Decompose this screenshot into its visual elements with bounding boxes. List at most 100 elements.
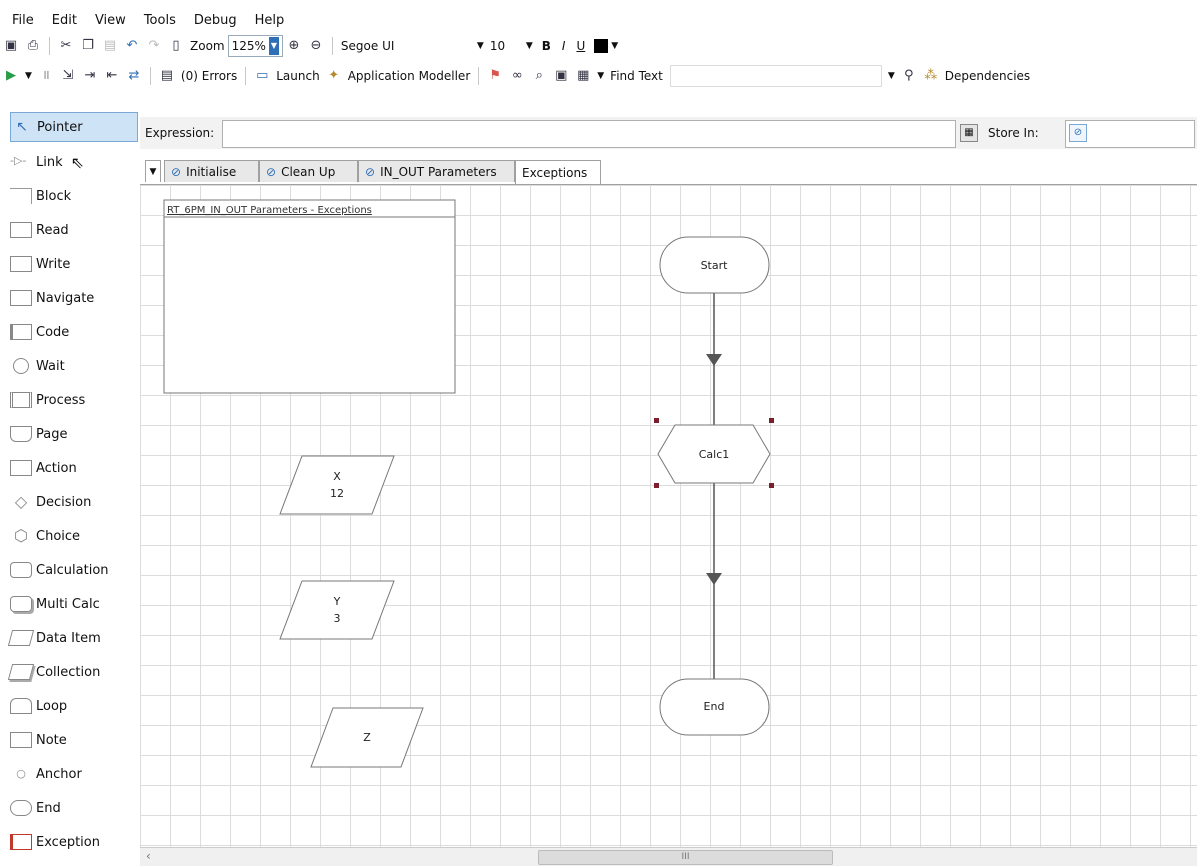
flag-icon[interactable]: ⚑	[487, 68, 503, 84]
underline-button[interactable]: U	[576, 39, 585, 53]
menu-edit[interactable]: Edit	[52, 13, 77, 28]
page-icon[interactable]: ▯	[168, 38, 184, 54]
step-icon[interactable]: ⇲	[60, 68, 76, 84]
tool-note[interactable]: Note	[10, 726, 136, 754]
save-icon[interactable]: ▣	[3, 38, 19, 54]
data-item-y[interactable]	[279, 580, 395, 640]
selection-handle[interactable]	[769, 418, 774, 423]
tool-loop[interactable]: Loop	[10, 692, 136, 720]
tool-navigate[interactable]: Navigate	[10, 284, 136, 312]
menu-tools[interactable]: Tools	[144, 13, 176, 28]
zoom-select[interactable]: 125% ▼	[227, 35, 283, 57]
scroll-left-arrow[interactable]: ‹	[146, 849, 151, 863]
zoom-in-icon[interactable]: ⊕	[286, 38, 302, 54]
italic-button[interactable]: I	[562, 39, 566, 53]
tool-page[interactable]: Page	[10, 420, 136, 448]
chevron-down-icon[interactable]: ▼	[611, 41, 618, 51]
run-icon[interactable]: ▶	[3, 68, 19, 84]
grid-icon[interactable]: ▦	[575, 68, 591, 84]
selection-handle[interactable]	[654, 483, 659, 488]
tool-link[interactable]: -▷- Link ⇖	[10, 148, 136, 176]
errors-button[interactable]: (0) Errors	[181, 69, 237, 83]
expression-input[interactable]	[222, 120, 956, 148]
application-modeller-button[interactable]: Application Modeller	[348, 69, 471, 83]
tool-calculation[interactable]: Calculation	[10, 556, 136, 584]
tool-block[interactable]: Block	[10, 182, 136, 210]
start-stage-label: Start	[701, 259, 729, 272]
find-text-input[interactable]	[669, 65, 882, 87]
font-name-select[interactable]: Segoe UI	[341, 39, 471, 53]
tab-clean-up[interactable]: ⊘ Clean Up	[259, 160, 358, 182]
tool-choice[interactable]: ⬡ Choice	[10, 522, 136, 550]
step-out-icon[interactable]: ⇤	[104, 68, 120, 84]
tool-action[interactable]: Action	[10, 454, 136, 482]
choice-icon: ⬡	[14, 526, 28, 545]
page-icon: ⊘	[171, 164, 182, 179]
tab-initialise[interactable]: ⊘ Initialise	[164, 160, 259, 182]
launch-button[interactable]: Launch	[276, 69, 319, 83]
cut-icon[interactable]: ✂	[58, 38, 74, 54]
selection-handle[interactable]	[769, 483, 774, 488]
chevron-down-icon[interactable]: ▼	[477, 41, 484, 51]
tool-exception[interactable]: Exception	[10, 828, 136, 856]
zoom-out-icon[interactable]: ⊖	[308, 38, 324, 54]
tool-data-item[interactable]: Data Item	[7, 624, 136, 652]
tool-write[interactable]: Write	[10, 250, 136, 278]
expression-editor-icon[interactable]: ▦	[960, 124, 978, 142]
store-in-icon[interactable]: ⊘	[1069, 124, 1087, 142]
binoculars-icon[interactable]: ⚲	[901, 68, 917, 84]
step-over-icon[interactable]: ⇥	[82, 68, 98, 84]
errors-icon[interactable]: ▤	[159, 68, 175, 84]
tab-exceptions[interactable]: Exceptions	[515, 160, 601, 184]
tool-wait[interactable]: Wait	[10, 352, 136, 380]
print-icon[interactable]: ⎙	[25, 38, 41, 54]
chevron-down-icon[interactable]: ▼	[268, 37, 279, 55]
chevron-down-icon[interactable]: ▼	[526, 41, 533, 51]
bold-button[interactable]: B	[542, 39, 551, 53]
menu-help[interactable]: Help	[255, 13, 285, 28]
app-modeller-icon[interactable]: ✦	[326, 68, 342, 84]
paste-icon[interactable]: ▤	[102, 38, 118, 54]
tool-end[interactable]: End	[10, 794, 136, 822]
refresh-icon[interactable]: ⇄	[126, 68, 142, 84]
menu-debug[interactable]: Debug	[194, 13, 237, 28]
tool-code[interactable]: Code	[10, 318, 136, 346]
dependencies-icon[interactable]: ⁂	[923, 68, 939, 84]
font-size-select[interactable]: 10	[490, 39, 520, 53]
tool-process[interactable]: Process	[10, 386, 136, 414]
redo-icon[interactable]: ↷	[146, 38, 162, 54]
watch-icon[interactable]: ∞	[509, 68, 525, 84]
copy-icon[interactable]: ❐	[80, 38, 96, 54]
collection-icon	[7, 664, 35, 680]
block-icon	[10, 188, 32, 204]
info-box[interactable]	[163, 199, 456, 394]
chevron-down-icon[interactable]: ▼	[888, 71, 895, 81]
tool-collection[interactable]: Collection	[7, 658, 136, 686]
menu-file[interactable]: File	[12, 13, 34, 28]
search-icon[interactable]: ⌕	[531, 68, 547, 84]
selection-handle[interactable]	[654, 418, 659, 423]
panel-icon[interactable]: ▣	[553, 68, 569, 84]
tabs-dropdown-button[interactable]: ▼	[145, 160, 161, 182]
tool-decision[interactable]: ◇ Decision	[10, 488, 136, 516]
menu-view[interactable]: View	[95, 13, 126, 28]
launch-icon[interactable]: ▭	[254, 68, 270, 84]
tool-multi-calc[interactable]: Multi Calc	[10, 590, 136, 618]
tool-read[interactable]: Read	[10, 216, 136, 244]
separator	[149, 67, 151, 85]
tab-in-out-parameters[interactable]: ⊘ IN_OUT Parameters	[358, 160, 515, 182]
undo-icon[interactable]: ↶	[124, 38, 140, 54]
color-swatch-icon[interactable]	[594, 39, 609, 53]
scrollbar-thumb[interactable]: III	[538, 850, 833, 865]
chevron-down-icon[interactable]: ▼	[597, 71, 604, 81]
chevron-down-icon[interactable]: ▼	[25, 71, 32, 81]
find-text-label: Find Text	[610, 69, 663, 83]
tool-pointer[interactable]: ↖ Pointer	[10, 112, 138, 142]
data-item-x[interactable]	[279, 455, 395, 515]
tab-label: Exceptions	[522, 165, 588, 180]
tool-anchor[interactable]: ○ Anchor	[10, 760, 136, 788]
pause-icon[interactable]: ॥	[38, 68, 54, 84]
process-canvas[interactable]: RT_6PM_IN_OUT Parameters - Exceptions St…	[140, 185, 1197, 847]
horizontal-scrollbar[interactable]: ‹ III	[140, 847, 1197, 866]
dependencies-button[interactable]: Dependencies	[945, 69, 1030, 83]
